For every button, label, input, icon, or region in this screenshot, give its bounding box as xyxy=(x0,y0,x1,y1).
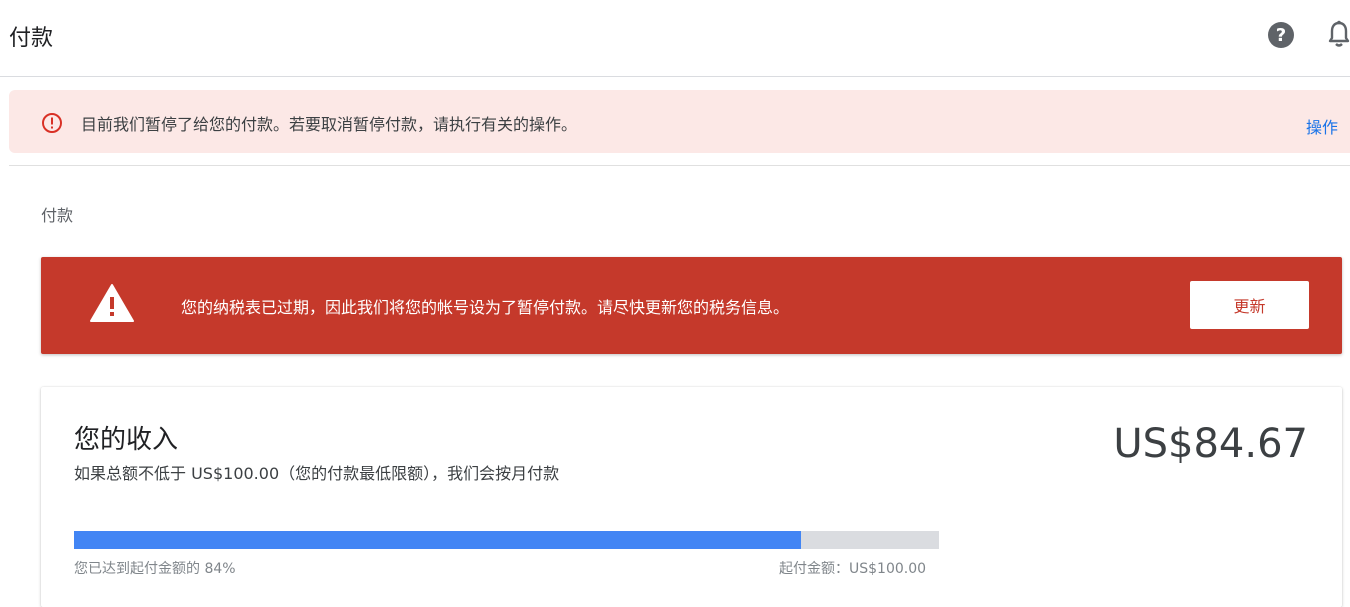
progress-reached-label: 您已达到起付金额的 84% xyxy=(74,561,236,577)
alert-action-link[interactable]: 操作 xyxy=(1306,114,1338,138)
section-divider xyxy=(9,165,1350,166)
payment-threshold-progress xyxy=(74,531,939,549)
tax-banner-message: 您的纳税表已过期，因此我们将您的帐号设为了暂停付款。请尽快更新您的税务信息。 xyxy=(181,298,790,317)
earnings-amount: US$84.67 xyxy=(1113,421,1308,467)
error-outline-icon xyxy=(42,113,62,133)
progress-threshold-label: 起付金额：US$100.00 xyxy=(779,561,927,577)
breadcrumb: 付款 xyxy=(41,206,74,225)
svg-text:?: ? xyxy=(1276,25,1286,46)
page-title: 付款 xyxy=(9,26,54,51)
progress-fill xyxy=(74,531,801,549)
bell-icon[interactable] xyxy=(1328,20,1350,48)
earnings-card: 您的收入 如果总额不低于 US$100.00（您的付款最低限额），我们会按月付款… xyxy=(41,387,1342,607)
app-header: 付款 ? xyxy=(0,0,1350,77)
alert-message: 目前我们暂停了给您的付款。若要取消暂停付款，请执行有关的操作。 xyxy=(81,115,578,134)
update-button[interactable]: 更新 xyxy=(1190,281,1309,329)
earnings-subtitle: 如果总额不低于 US$100.00（您的付款最低限额），我们会按月付款 xyxy=(74,464,560,483)
payment-hold-alert: 目前我们暂停了给您的付款。若要取消暂停付款，请执行有关的操作。 操作 xyxy=(9,90,1350,153)
warning-icon xyxy=(90,284,134,322)
tax-form-banner: 您的纳税表已过期，因此我们将您的帐号设为了暂停付款。请尽快更新您的税务信息。 更… xyxy=(41,257,1342,354)
earnings-title: 您的收入 xyxy=(74,425,179,455)
help-icon[interactable]: ? xyxy=(1267,21,1295,49)
